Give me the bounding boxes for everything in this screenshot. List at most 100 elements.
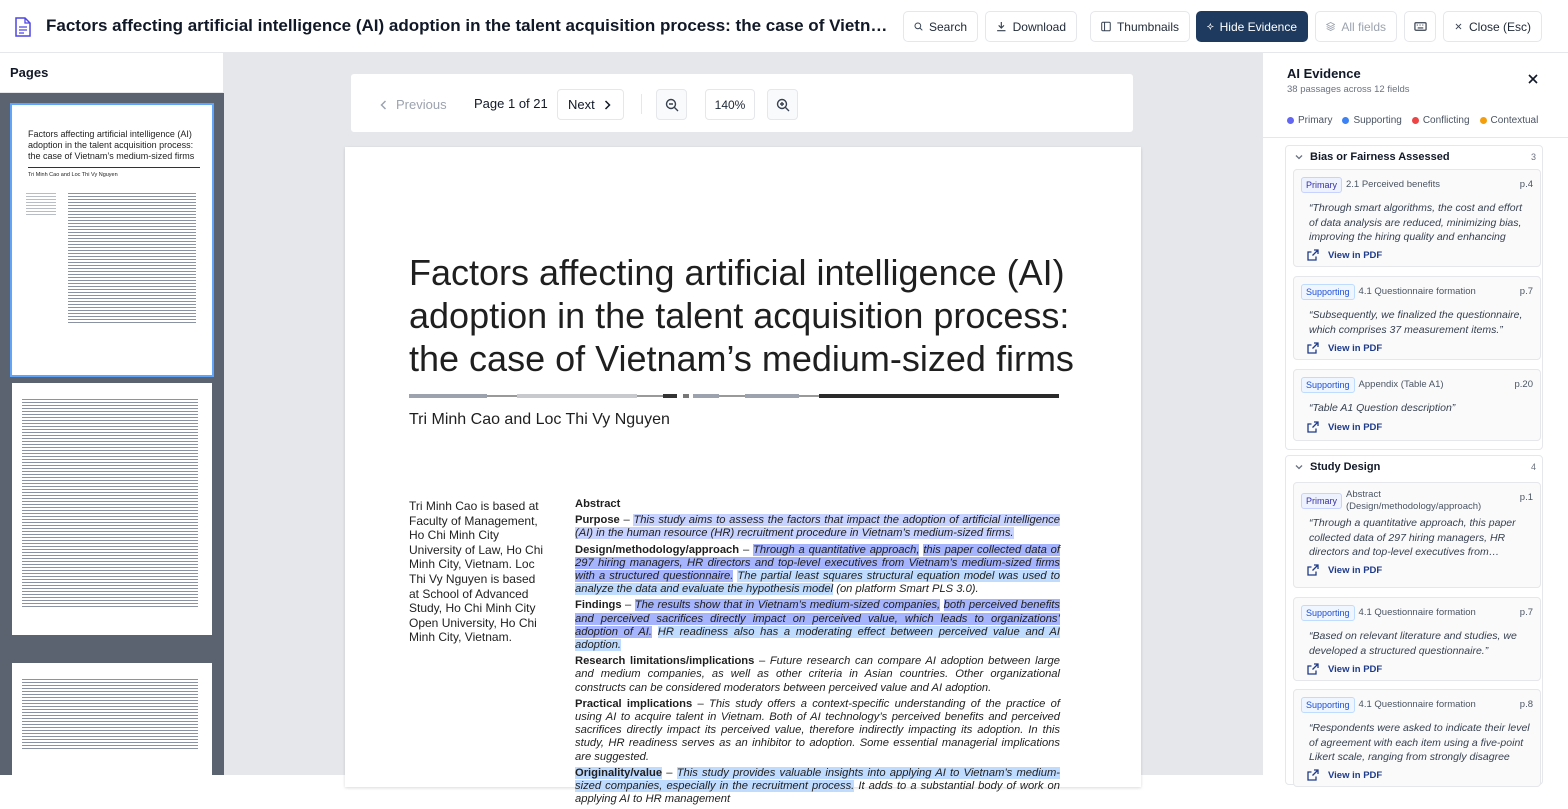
previous-label: Previous <box>396 97 447 112</box>
pages-sidebar: Pages Factors affecting artificial intel… <box>0 53 224 775</box>
design-label: Design/methodology/approach <box>575 543 740 556</box>
close-icon <box>1455 23 1462 30</box>
thumbnails-button[interactable]: Thumbnails <box>1090 11 1190 42</box>
evidence-card[interactable]: PrimaryAbstract (Design/methodology/appr… <box>1293 482 1541 588</box>
view-in-pdf-link[interactable]: View in PDF <box>1307 769 1533 781</box>
legend-divider <box>1263 137 1568 138</box>
document-icon <box>15 17 31 37</box>
thumbnail-title: Factors affecting artificial intelligenc… <box>28 129 195 161</box>
purpose-text[interactable]: This study aims to assess the factors th… <box>575 514 1060 540</box>
search-button[interactable]: Search <box>903 11 978 42</box>
zoom-out-button[interactable] <box>656 89 687 120</box>
findings-label: Findings <box>575 599 622 612</box>
zoom-in-button[interactable] <box>767 89 798 120</box>
divider <box>641 94 642 114</box>
page-thumbnail-1[interactable]: Factors affecting artificial intelligenc… <box>10 103 214 377</box>
next-label: Next <box>568 97 595 112</box>
document-viewer[interactable]: Previous Page 1 of 21 Next 140% Factors … <box>224 53 1262 805</box>
keyboard-shortcuts-button[interactable] <box>1404 11 1436 42</box>
view-in-pdf-link[interactable]: View in PDF <box>1307 342 1533 354</box>
close-icon[interactable] <box>1526 72 1540 86</box>
evidence-panel: AI Evidence 38 passages across 12 fields… <box>1262 53 1568 787</box>
card-quote: “Through a quantitative approach, this p… <box>1309 517 1516 558</box>
card-section: Appendix (Table A1) <box>1358 379 1444 391</box>
findings-text-highlight-1[interactable]: The results show that in Vietnam’s mediu… <box>634 599 941 612</box>
hide-evidence-button[interactable]: Hide Evidence <box>1196 11 1308 42</box>
all-fields-button[interactable]: All fields <box>1315 11 1397 42</box>
evidence-card[interactable]: Supporting Appendix (Table A1) p.20 “Tabl… <box>1293 369 1541 441</box>
group-title: Bias or Fairness Assessed <box>1310 151 1450 163</box>
card-section: 4.1 Questionnaire formation <box>1358 607 1476 619</box>
view-label: View in PDF <box>1328 249 1383 261</box>
close-button[interactable]: Close (Esc) <box>1443 11 1542 42</box>
evidence-card[interactable]: Supporting 4.1 Questionnaire formation p.… <box>1293 276 1541 360</box>
search-icon <box>914 22 923 31</box>
card-page: p.7 <box>1519 286 1533 297</box>
paper-title: Factors affecting artificial intelligenc… <box>409 252 1074 379</box>
thumbnail-affil-lines <box>26 191 56 217</box>
zoom-level: 140% <box>705 89 755 120</box>
external-link-icon <box>1307 342 1319 354</box>
view-in-pdf-link[interactable]: View in PDF <box>1307 663 1533 675</box>
external-link-icon <box>1307 564 1319 576</box>
design-text-highlight-1[interactable]: Through a quantitative approach, <box>753 543 920 556</box>
evidence-card[interactable]: Supporting 4.1 Questionnaire formation p.… <box>1293 689 1541 787</box>
thumbnail-text-lines <box>68 191 196 325</box>
legend-supporting: Supporting <box>1342 115 1402 131</box>
pdf-page[interactable]: Factors affecting artificial intelligenc… <box>345 147 1141 805</box>
download-label: Download <box>1012 19 1066 34</box>
abstract: Abstract Purpose – This study aims to as… <box>575 498 1061 806</box>
page-thumbnail-2[interactable] <box>12 383 212 635</box>
card-section: Abstract (Design/methodology/approach) <box>1346 489 1482 512</box>
previous-page-button[interactable]: Previous <box>367 89 458 120</box>
download-button[interactable]: Download <box>985 11 1077 42</box>
card-page: p.1 <box>1519 492 1533 503</box>
card-section: 2.1 Perceived benefits <box>1346 179 1441 191</box>
pages-heading: Pages <box>0 53 223 93</box>
sparkle-icon <box>1207 22 1214 31</box>
card-section: 4.1 Questionnaire formation <box>1358 286 1476 298</box>
limitations-label: Research limitations/implications <box>575 655 755 668</box>
view-in-pdf-link[interactable]: View in PDF <box>1307 249 1533 261</box>
evidence-legend: Primary Supporting Conflicting Contextua… <box>1287 115 1567 131</box>
page-thumbnail-3[interactable] <box>12 663 212 775</box>
thumbnails-icon <box>1101 21 1111 32</box>
thumbnail-list[interactable]: Factors affecting artificial intelligenc… <box>0 93 224 775</box>
evidence-title: AI Evidence <box>1287 66 1361 81</box>
group-title: Study Design <box>1310 461 1381 473</box>
supporting-dot-icon <box>1342 116 1350 124</box>
card-page: p.7 <box>1519 607 1533 618</box>
evidence-card[interactable]: Primary 2.1 Perceived benefits p.4 “Throu… <box>1293 169 1541 267</box>
badge-supporting: Supporting <box>1301 376 1355 393</box>
thumbnail-authors: Tri Minh Cao and Loc Thi Vy Nguyen <box>28 172 118 178</box>
group-header[interactable]: Bias or Fairness Assessed 3 <box>1286 146 1542 168</box>
card-page: p.8 <box>1519 699 1533 710</box>
design-text: (on platform Smart PLS 3.0). <box>836 583 979 596</box>
evidence-group-study-design: Study Design 4 PrimaryAbstract (Design/m… <box>1285 455 1543 787</box>
group-header[interactable]: Study Design 4 <box>1286 456 1542 478</box>
external-link-icon <box>1307 421 1319 433</box>
card-section: 4.1 Questionnaire formation <box>1358 699 1476 711</box>
card-page: p.20 <box>1514 379 1534 390</box>
primary-dot-icon <box>1287 116 1294 124</box>
view-in-pdf-link[interactable]: View in PDF <box>1307 564 1533 576</box>
evidence-card[interactable]: Supporting 4.1 Questionnaire formation p.… <box>1293 597 1541 681</box>
download-icon <box>997 21 1006 32</box>
purpose-label: Purpose <box>575 514 620 527</box>
thumbnails-label: Thumbnails <box>1116 19 1179 34</box>
card-quote: “Subsequently, we finalized the question… <box>1309 309 1523 336</box>
chevron-left-icon <box>380 99 387 110</box>
chevron-down-icon <box>1295 465 1303 470</box>
group-count: 3 <box>1530 152 1536 162</box>
legend-primary: Primary <box>1287 115 1332 131</box>
view-in-pdf-link[interactable]: View in PDF <box>1307 421 1533 433</box>
view-label: View in PDF <box>1328 769 1383 781</box>
zoom-in-icon <box>776 98 789 111</box>
title-rule <box>409 394 1059 398</box>
card-quote: “Based on relevant literature and studie… <box>1309 630 1517 657</box>
evidence-subtitle: 38 passages across 12 fields <box>1287 84 1410 95</box>
external-link-icon <box>1307 249 1319 261</box>
evidence-group-bias-fairness: Bias or Fairness Assessed 3 Primary 2.1 P… <box>1285 145 1543 450</box>
external-link-icon <box>1307 663 1319 675</box>
next-page-button[interactable]: Next <box>557 89 624 120</box>
